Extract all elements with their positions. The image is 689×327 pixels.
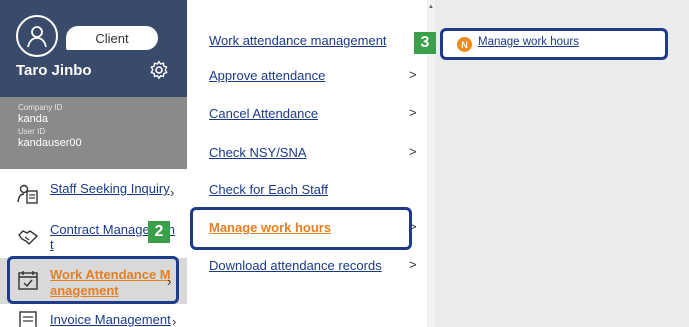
menu-item-label: Check NSY/SNA [209, 145, 307, 160]
profile-header: Client Taro Jinbo [0, 0, 187, 97]
invoice-icon [17, 310, 39, 327]
sidebar-item-work-attendance-management[interactable]: Work Attendance M anagement › [0, 258, 187, 304]
chevron-right-icon: > [409, 144, 417, 159]
user-id-label: User ID [18, 127, 46, 136]
sidebar: Client Taro Jinbo Company ID kanda User … [0, 0, 187, 327]
account-info: Company ID kanda User ID kandauser00 [0, 97, 187, 169]
menu-item-label: Work attendance management [209, 33, 387, 48]
sub-item-label: Manage work hours [478, 36, 579, 48]
menu-item-work-attendance-management[interactable]: Work attendance management [187, 23, 427, 59]
handshake-icon [17, 226, 39, 248]
user-avatar-icon[interactable] [16, 15, 58, 57]
menu-item-label: Manage work hours [209, 220, 332, 235]
role-tag: Client [66, 26, 158, 50]
sidebar-item-label: Invoice Management [50, 312, 171, 327]
sidebar-item-label: Work Attendance M [50, 267, 171, 282]
menu-item-label: Cancel Attendance [209, 106, 319, 121]
sidebar-item-label-cont: anagement [50, 283, 119, 298]
menu-item-label: Download attendance records [209, 258, 382, 273]
chevron-right-icon: > [409, 219, 417, 234]
menu-item-approve-attendance[interactable]: Approve attendance > [187, 58, 427, 94]
menu-item-label: Check for Each Staff [209, 182, 328, 197]
submenu-panel: Work attendance management Approve atten… [187, 0, 427, 327]
sidebar-item-staff-seeking-inquiry[interactable]: Staff Seeking Inquiry › [0, 175, 187, 215]
user-name: Taro Jinbo [16, 62, 92, 79]
calendar-check-icon [17, 269, 39, 291]
company-id-value: kanda [18, 113, 48, 125]
chevron-right-icon: › [170, 185, 175, 200]
step-badge-3: 3 [414, 32, 436, 54]
gear-icon[interactable] [147, 58, 171, 82]
chevron-right-icon: > [409, 257, 417, 272]
chevron-right-icon: > [409, 105, 417, 120]
company-id-label: Company ID [18, 103, 63, 112]
chevron-right-icon: › [167, 274, 172, 289]
new-badge-icon: N [457, 37, 472, 52]
chevron-right-icon: › [172, 314, 177, 327]
menu-item-manage-work-hours[interactable]: Manage work hours > [187, 210, 427, 248]
staff-doc-icon [17, 183, 39, 205]
step-badge-2: 2 [148, 221, 170, 243]
sidebar-item-invoice-management[interactable]: Invoice Management › [0, 308, 187, 327]
chevron-right-icon: > [409, 67, 417, 82]
user-id-value: kandauser00 [18, 137, 82, 149]
sidebar-item-label-cont: t [50, 237, 54, 252]
menu-item-label: Approve attendance [209, 68, 326, 83]
menu-item-download-attendance-records[interactable]: Download attendance records > [187, 248, 427, 284]
menu-item-cancel-attendance[interactable]: Cancel Attendance > [187, 96, 427, 132]
scroll-up-icon[interactable]: ▲ [427, 4, 435, 12]
sidebar-item-label: Staff Seeking Inquiry [50, 181, 170, 196]
menu-item-check-for-each-staff[interactable]: Check for Each Staff [187, 172, 427, 208]
menu-item-check-nsy-sna[interactable]: Check NSY/SNA > [187, 135, 427, 171]
menu-item-manage-work-hours-sub[interactable]: N Manage work hours [440, 28, 668, 60]
